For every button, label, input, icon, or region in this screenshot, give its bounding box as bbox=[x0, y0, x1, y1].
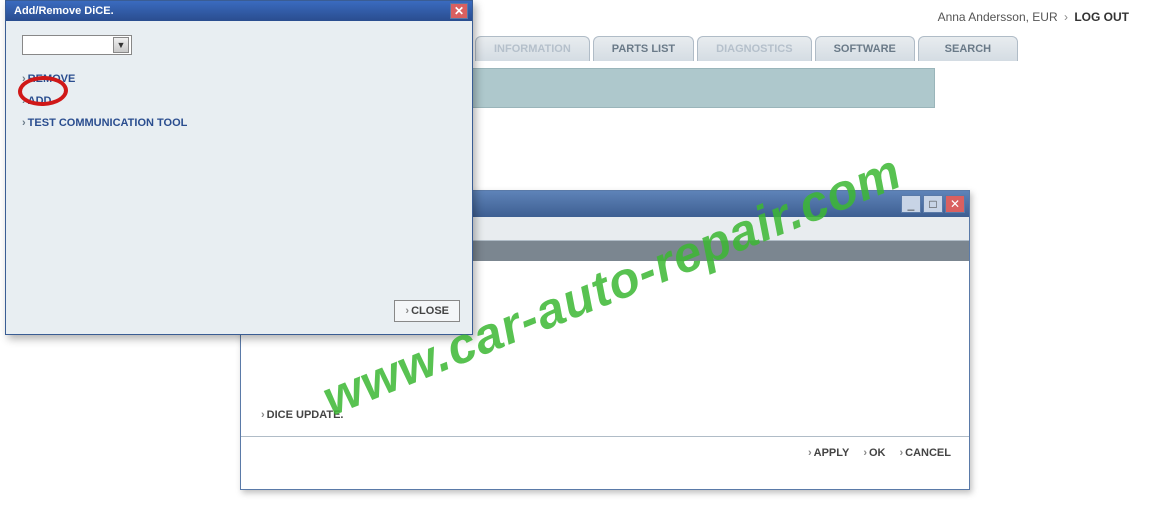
apply-button[interactable]: ›APPLY bbox=[808, 447, 849, 459]
close-icon[interactable]: ✕ bbox=[945, 195, 965, 213]
ie-footer: ›APPLY ›OK ›CANCEL bbox=[241, 436, 969, 468]
add-remove-dice-dialog: Add/Remove DiCE. ✕ ▼ ›REMOVE ›ADD ›TEST … bbox=[5, 0, 473, 335]
ar-titlebar[interactable]: Add/Remove DiCE. ✕ bbox=[6, 1, 472, 21]
dice-update-link[interactable]: ›DICE UPDATE. bbox=[261, 409, 343, 421]
chevron-right-icon: › bbox=[22, 73, 26, 85]
window-controls: _ □ ✕ bbox=[901, 195, 965, 213]
tab-software[interactable]: SOFTWARE bbox=[815, 36, 915, 61]
dice-update-label: DICE UPDATE. bbox=[267, 409, 344, 421]
minimize-icon[interactable]: _ bbox=[901, 195, 921, 213]
chevron-right-icon: › bbox=[22, 95, 26, 107]
ar-body: ▼ ›REMOVE ›ADD ›TEST COMMUNICATION TOOL bbox=[6, 21, 472, 153]
chevron-right-icon: › bbox=[22, 117, 26, 129]
ar-title-text: Add/Remove DiCE. bbox=[14, 5, 114, 17]
ok-button[interactable]: ›OK bbox=[863, 447, 885, 459]
header-user-area: Anna Andersson, EUR › LOG OUT bbox=[938, 10, 1129, 24]
dice-select[interactable]: ▼ bbox=[22, 35, 132, 55]
test-communication-tool-link[interactable]: ›TEST COMMUNICATION TOOL bbox=[22, 117, 456, 129]
chevron-right-icon: › bbox=[261, 409, 265, 421]
chevron-right-icon: › bbox=[1064, 10, 1068, 24]
tab-information[interactable]: INFORMATION bbox=[475, 36, 590, 61]
tab-parts-list[interactable]: PARTS LIST bbox=[593, 36, 694, 61]
remove-link[interactable]: ›REMOVE bbox=[22, 73, 456, 85]
main-tabs: INFORMATION PARTS LIST DIAGNOSTICS SOFTW… bbox=[475, 36, 1018, 61]
cancel-button[interactable]: ›CANCEL bbox=[899, 447, 951, 459]
close-button[interactable]: ›CLOSE bbox=[394, 300, 460, 322]
chevron-right-icon: › bbox=[863, 447, 867, 459]
tab-diagnostics[interactable]: DIAGNOSTICS bbox=[697, 36, 811, 61]
chevron-right-icon: › bbox=[405, 305, 409, 317]
chevron-right-icon: › bbox=[899, 447, 903, 459]
tab-search[interactable]: SEARCH bbox=[918, 36, 1018, 61]
maximize-icon[interactable]: □ bbox=[923, 195, 943, 213]
logout-link[interactable]: LOG OUT bbox=[1074, 10, 1129, 24]
user-name: Anna Andersson, EUR bbox=[938, 10, 1058, 24]
chevron-right-icon: › bbox=[808, 447, 812, 459]
close-icon[interactable]: ✕ bbox=[450, 3, 468, 19]
add-link[interactable]: ›ADD bbox=[22, 95, 456, 107]
dropdown-arrow-icon[interactable]: ▼ bbox=[113, 37, 129, 53]
